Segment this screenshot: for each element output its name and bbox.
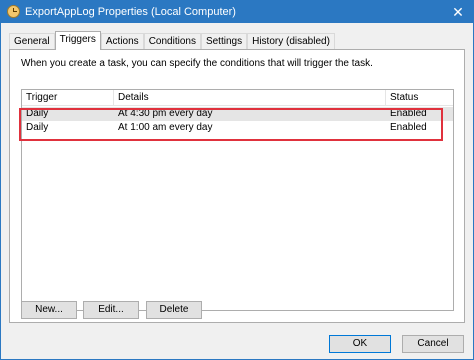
cell-trigger: Daily <box>26 108 49 119</box>
cell-trigger: Daily <box>26 122 49 133</box>
panel-description: When you create a task, you can specify … <box>21 58 373 69</box>
column-header-status[interactable]: Status <box>386 90 453 106</box>
new-trigger-button[interactable]: New... <box>21 301 77 319</box>
delete-trigger-button[interactable]: Delete <box>146 301 202 319</box>
tab-history[interactable]: History (disabled) <box>247 33 335 50</box>
triggers-list[interactable]: Trigger Details Status Daily At 4:30 pm … <box>21 89 454 311</box>
ok-button[interactable]: OK <box>329 335 391 353</box>
properties-dialog: ExportAppLog Properties (Local Computer)… <box>0 0 474 360</box>
cell-details: At 4:30 pm every day <box>118 108 213 119</box>
list-header: Trigger Details Status <box>22 90 453 106</box>
cell-details: At 1:00 am every day <box>118 122 213 133</box>
task-scheduler-clock-icon <box>7 5 20 18</box>
cell-status: Enabled <box>390 108 427 119</box>
cell-status: Enabled <box>390 122 427 133</box>
table-row[interactable]: Daily At 4:30 pm every day Enabled <box>22 107 453 121</box>
triggers-panel: When you create a task, you can specify … <box>9 49 465 323</box>
cancel-button[interactable]: Cancel <box>402 335 464 353</box>
tab-conditions[interactable]: Conditions <box>143 33 201 50</box>
title-bar[interactable]: ExportAppLog Properties (Local Computer)… <box>1 1 473 23</box>
tab-general[interactable]: General <box>9 33 55 50</box>
tab-strip: General Triggers Actions Conditions Sett… <box>9 31 335 50</box>
tab-actions[interactable]: Actions <box>100 33 144 50</box>
table-row[interactable]: Daily At 1:00 am every day Enabled <box>22 121 453 135</box>
edit-trigger-button[interactable]: Edit... <box>83 301 139 319</box>
close-icon[interactable]: ✕ <box>449 3 467 21</box>
window-title: ExportAppLog Properties (Local Computer) <box>25 6 236 18</box>
column-header-trigger[interactable]: Trigger <box>22 90 114 106</box>
tab-triggers[interactable]: Triggers <box>54 31 101 50</box>
column-header-details[interactable]: Details <box>114 90 386 106</box>
tab-settings[interactable]: Settings <box>200 33 248 50</box>
